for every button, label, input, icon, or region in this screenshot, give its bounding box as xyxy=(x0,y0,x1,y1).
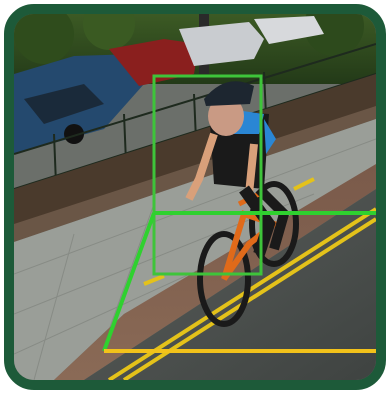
cctv-scene xyxy=(14,14,376,380)
image-frame xyxy=(4,4,386,390)
cyclist-arm xyxy=(245,143,258,195)
